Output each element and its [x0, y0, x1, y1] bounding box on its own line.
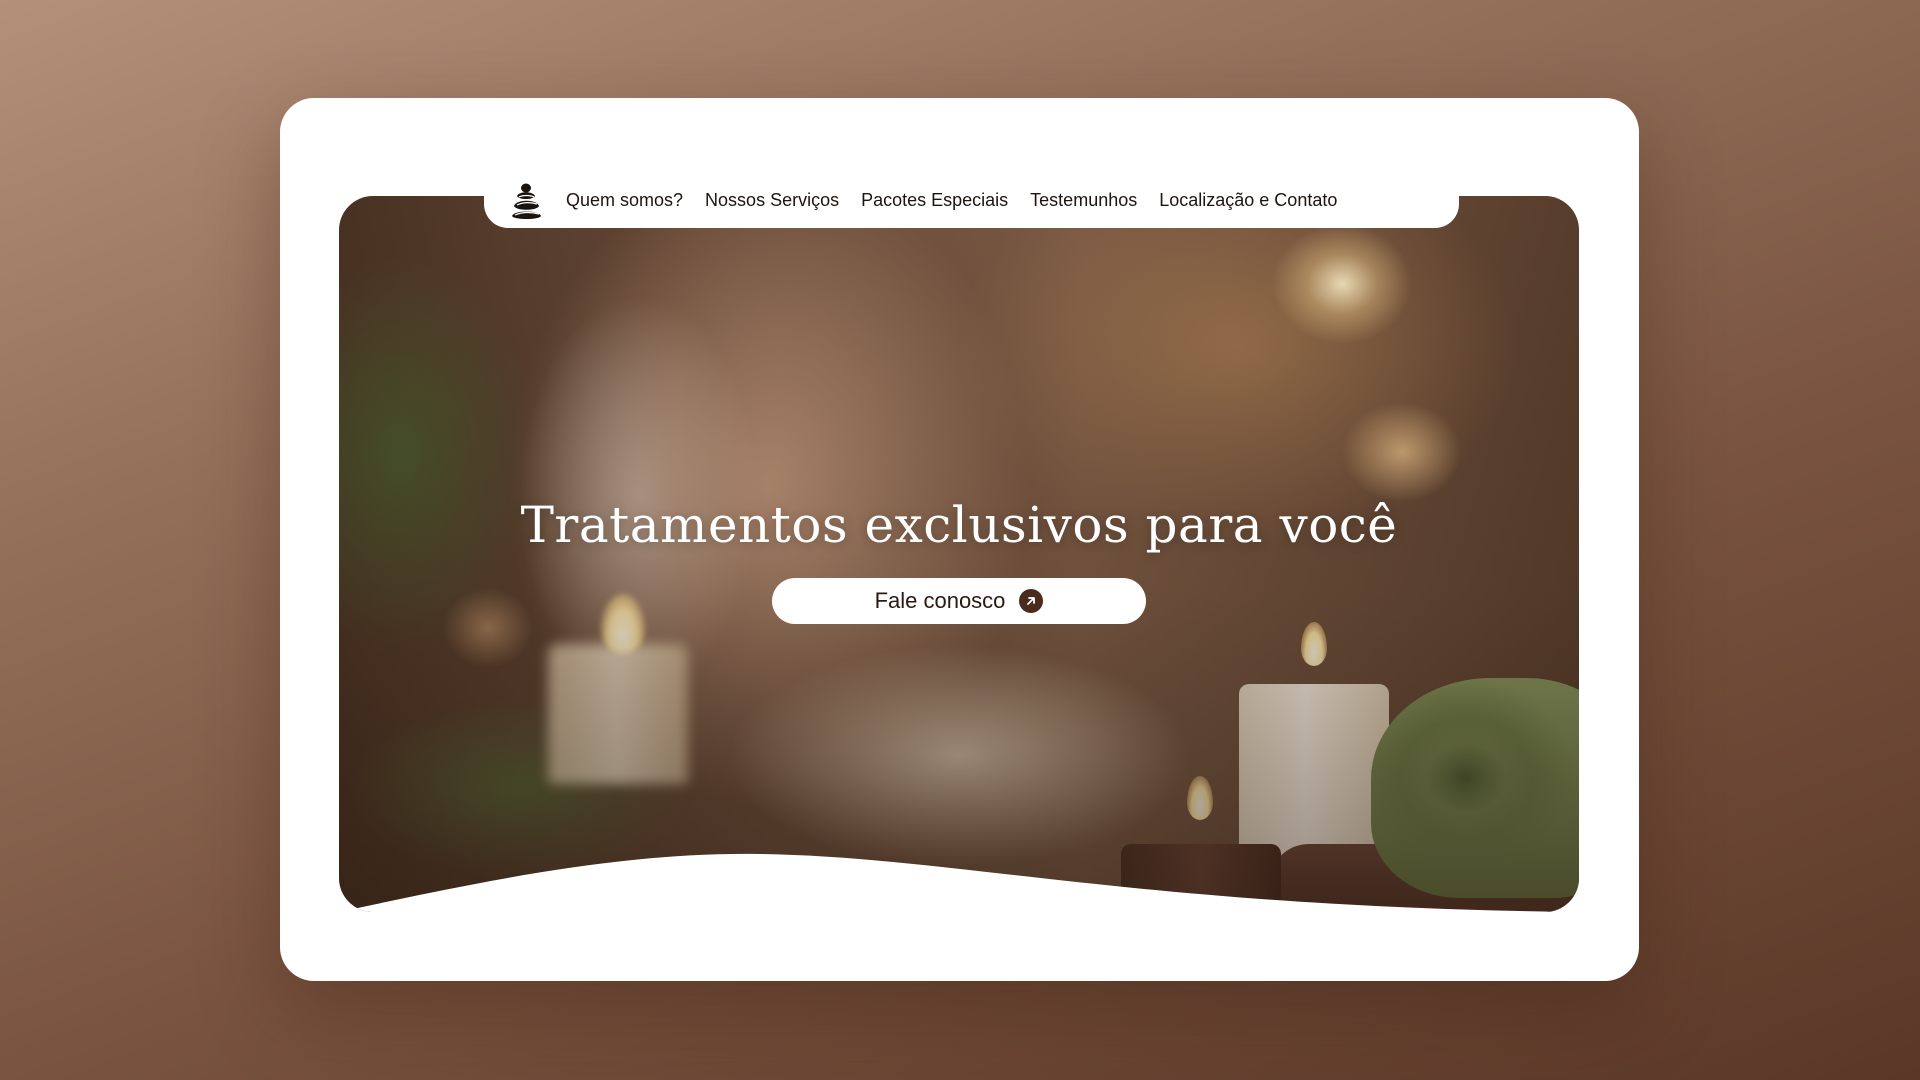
- hero-banner: Tratamentos exclusivos para você Fale co…: [339, 196, 1579, 912]
- nav-link-nossos-servicos[interactable]: Nossos Serviços: [705, 190, 839, 211]
- hero-title: Tratamentos exclusivos para você: [520, 496, 1398, 554]
- stacked-stones-icon[interactable]: [510, 179, 542, 221]
- contact-us-button[interactable]: Fale conosco: [772, 578, 1146, 624]
- contact-us-label: Fale conosco: [874, 588, 1006, 613]
- nav-link-pacotes-especiais[interactable]: Pacotes Especiais: [861, 190, 1008, 211]
- hero-content: Tratamentos exclusivos para você Fale co…: [339, 496, 1579, 624]
- nav-link-localizacao-contato[interactable]: Localização e Contato: [1159, 190, 1337, 211]
- website-preview-card: Tratamentos exclusivos para você Fale co…: [280, 98, 1639, 981]
- main-navigation: Quem somos? Nossos Serviços Pacotes Espe…: [484, 152, 1459, 228]
- arrow-up-right-icon: [1019, 589, 1044, 613]
- nav-link-quem-somos[interactable]: Quem somos?: [566, 190, 683, 211]
- hero-bottom-wave: [339, 853, 1579, 912]
- nav-link-testemunhos[interactable]: Testemunhos: [1030, 190, 1137, 211]
